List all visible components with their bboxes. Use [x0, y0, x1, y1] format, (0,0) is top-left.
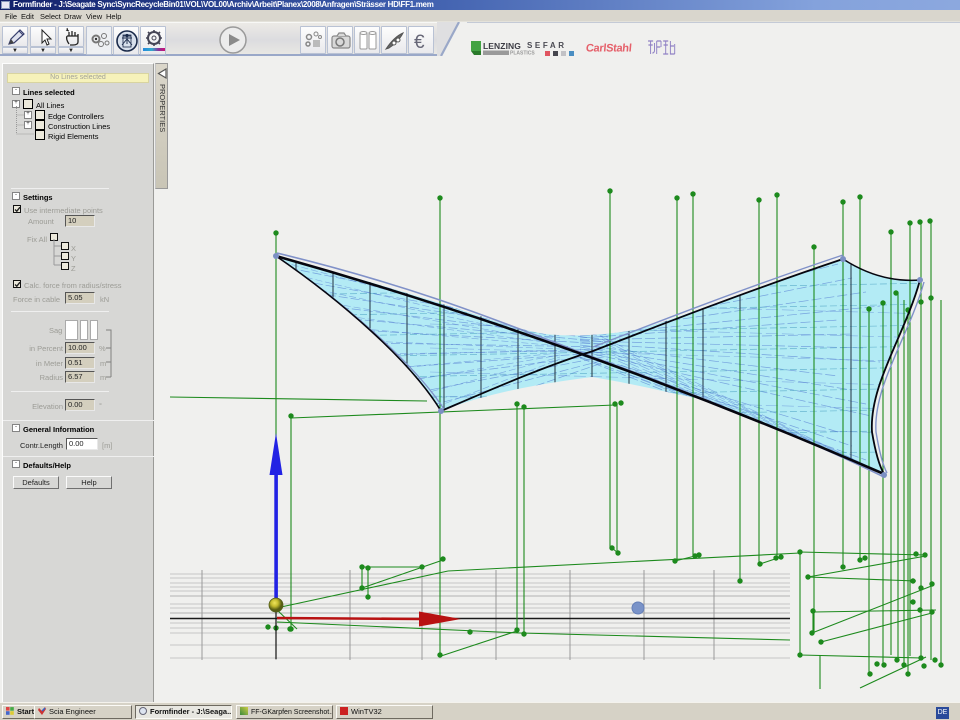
svg-text:LENZING: LENZING — [483, 41, 521, 51]
svg-text:CarlStahl: CarlStahl — [585, 43, 632, 55]
svg-text:€: € — [414, 32, 425, 53]
svg-text:SEFAR: SEFAR — [527, 41, 567, 50]
